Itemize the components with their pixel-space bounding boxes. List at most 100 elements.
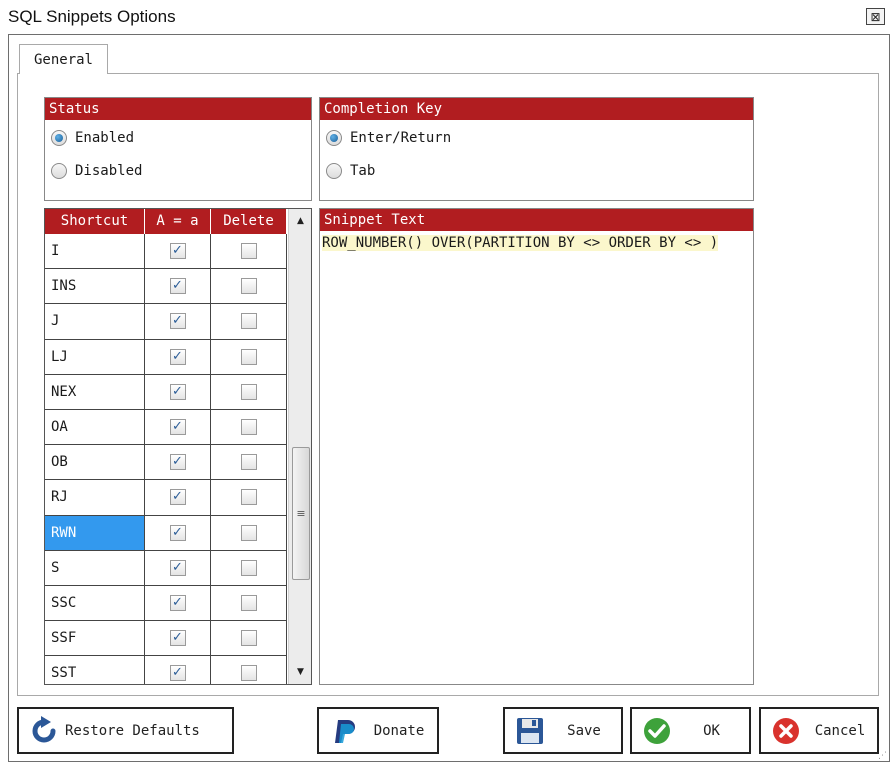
table-row[interactable]: J ✓: [45, 304, 287, 340]
shortcut-cell[interactable]: RJ: [45, 480, 145, 515]
table-row[interactable]: NEX ✓: [45, 374, 287, 410]
grid-scrollbar[interactable]: ▲ ≡ ▼: [288, 209, 311, 684]
checkmark-icon: [640, 714, 674, 748]
table-row[interactable]: RWN ✓: [45, 515, 287, 551]
column-header-shortcut[interactable]: Shortcut: [45, 209, 145, 234]
shortcut-cell[interactable]: I: [45, 234, 145, 269]
donate-label: Donate: [373, 722, 425, 739]
shortcut-cell[interactable]: LJ: [45, 339, 145, 374]
delete-checkbox[interactable]: [240, 383, 257, 400]
resize-grip-icon[interactable]: ⋰: [878, 750, 890, 762]
delete-cell: [211, 480, 287, 515]
save-button[interactable]: Save: [503, 707, 623, 754]
delete-checkbox[interactable]: [240, 243, 257, 260]
delete-checkbox[interactable]: [240, 419, 257, 436]
delete-checkbox[interactable]: [240, 559, 257, 576]
table-row[interactable]: RJ ✓: [45, 480, 287, 516]
case-sensitive-cell: ✓: [145, 269, 211, 304]
delete-checkbox[interactable]: [240, 594, 257, 611]
table-row[interactable]: SST ✓: [45, 656, 287, 684]
status-enabled-option[interactable]: Enabled: [51, 130, 134, 146]
shortcut-cell[interactable]: SST: [45, 656, 145, 684]
paypal-icon: [327, 714, 361, 748]
case-sensitive-checkbox[interactable]: ✓: [169, 454, 186, 471]
status-group-header: Status: [45, 98, 311, 120]
table-row[interactable]: INS ✓: [45, 269, 287, 305]
delete-cell: [211, 339, 287, 374]
restore-defaults-label: Restore Defaults: [65, 722, 200, 739]
case-sensitive-checkbox[interactable]: ✓: [169, 559, 186, 576]
table-row[interactable]: LJ ✓: [45, 339, 287, 375]
shortcut-cell[interactable]: OB: [45, 445, 145, 480]
restore-defaults-button[interactable]: Restore Defaults: [17, 707, 234, 754]
table-row[interactable]: S ✓: [45, 550, 287, 586]
scroll-thumb[interactable]: ≡: [292, 447, 310, 580]
snippet-text-content[interactable]: ROW_NUMBER() OVER(PARTITION BY <> ORDER …: [322, 235, 719, 251]
delete-checkbox[interactable]: [240, 630, 257, 647]
completion-enter-option[interactable]: Enter/Return: [326, 130, 451, 146]
shortcut-cell[interactable]: OA: [45, 409, 145, 445]
table-row[interactable]: I ✓: [45, 234, 287, 270]
floppy-disk-icon: [513, 714, 547, 748]
case-sensitive-checkbox[interactable]: ✓: [169, 313, 186, 330]
case-sensitive-checkbox[interactable]: ✓: [169, 524, 186, 541]
shortcut-cell[interactable]: SSF: [45, 621, 145, 656]
shortcut-cell[interactable]: INS: [45, 269, 145, 304]
case-sensitive-cell: ✓: [145, 445, 211, 480]
completion-tab-option[interactable]: Tab: [326, 163, 375, 179]
grid-header: Shortcut A = a Delete: [45, 209, 287, 234]
table-row[interactable]: SSC ✓: [45, 585, 287, 622]
shortcut-cell[interactable]: J: [45, 304, 145, 339]
radio-unselected-icon[interactable]: [326, 163, 342, 179]
case-sensitive-checkbox[interactable]: ✓: [169, 383, 186, 400]
delete-checkbox[interactable]: [240, 313, 257, 330]
shortcut-grid[interactable]: Shortcut A = a Delete I ✓ INS ✓ J ✓ LJ ✓ NEX ✓ OA ✓…: [44, 208, 312, 685]
scroll-up-button[interactable]: ▲: [289, 211, 311, 231]
shortcut-cell[interactable]: NEX: [45, 374, 145, 409]
table-row[interactable]: OB ✓: [45, 445, 287, 481]
case-sensitive-checkbox[interactable]: ✓: [169, 419, 186, 436]
delete-checkbox[interactable]: [240, 348, 257, 365]
save-label: Save: [567, 722, 601, 739]
scroll-down-button[interactable]: ▼: [289, 662, 311, 682]
scroll-up-icon: ▲: [297, 216, 304, 226]
shortcut-cell[interactable]: S: [45, 550, 145, 585]
snippet-editor[interactable]: ROW_NUMBER() OVER(PARTITION BY <> ORDER …: [320, 231, 753, 253]
table-row[interactable]: OA ✓: [45, 409, 287, 446]
delete-checkbox[interactable]: [240, 454, 257, 471]
radio-selected-icon[interactable]: [326, 130, 342, 146]
radio-unselected-icon[interactable]: [51, 163, 67, 179]
delete-checkbox[interactable]: [240, 665, 257, 682]
case-sensitive-checkbox[interactable]: ✓: [169, 278, 186, 295]
grip-icon: ≡: [296, 507, 306, 520]
delete-checkbox[interactable]: [240, 489, 257, 506]
completion-enter-label: Enter/Return: [350, 130, 452, 146]
window-title: SQL Snippets Options: [8, 7, 176, 26]
case-sensitive-checkbox[interactable]: ✓: [169, 489, 186, 506]
case-sensitive-checkbox[interactable]: ✓: [169, 243, 186, 260]
case-sensitive-checkbox[interactable]: ✓: [169, 630, 186, 647]
case-sensitive-checkbox[interactable]: ✓: [169, 348, 186, 365]
delete-checkbox[interactable]: [240, 524, 257, 541]
completion-tab-label: Tab: [350, 163, 376, 179]
case-sensitive-checkbox[interactable]: ✓: [169, 594, 186, 611]
shortcut-cell[interactable]: SSC: [45, 585, 145, 621]
column-header-case[interactable]: A = a: [145, 209, 211, 234]
title-bar: SQL Snippets Options ⊠: [0, 0, 896, 34]
tab-general[interactable]: General: [19, 44, 108, 74]
completion-key-header: Completion Key: [320, 98, 753, 120]
case-sensitive-checkbox[interactable]: ✓: [169, 665, 186, 682]
close-button[interactable]: ⊠: [866, 8, 885, 25]
column-header-delete[interactable]: Delete: [211, 209, 287, 234]
shortcut-cell[interactable]: RWN: [45, 515, 145, 550]
case-sensitive-cell: ✓: [145, 550, 211, 585]
delete-checkbox[interactable]: [240, 278, 257, 295]
donate-button[interactable]: Donate: [317, 707, 439, 754]
case-sensitive-cell: ✓: [145, 656, 211, 684]
cancel-button[interactable]: Cancel: [759, 707, 879, 754]
status-disabled-option[interactable]: Disabled: [51, 163, 142, 179]
snippet-text-header: Snippet Text: [320, 209, 753, 231]
ok-button[interactable]: OK: [630, 707, 751, 754]
table-row[interactable]: SSF ✓: [45, 621, 287, 657]
radio-selected-icon[interactable]: [51, 130, 67, 146]
